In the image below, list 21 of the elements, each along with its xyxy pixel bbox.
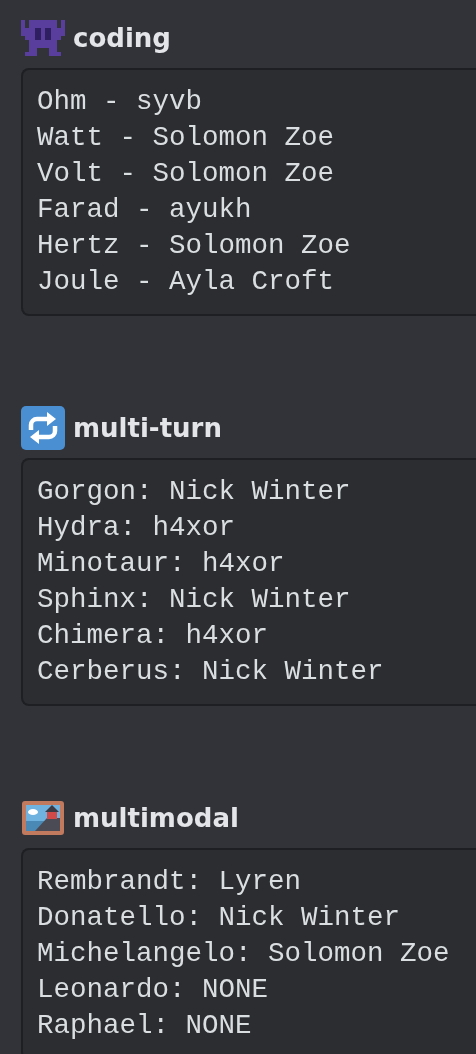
code-line: Minotaur: h4xor bbox=[37, 547, 286, 581]
channel-name: multi-turn bbox=[73, 413, 222, 443]
code-line: Joule - Ayla Croft bbox=[37, 265, 336, 299]
code-line: Chimera: h4xor bbox=[37, 619, 270, 653]
code-line: Cerberus: Nick Winter bbox=[37, 655, 385, 689]
code-line: Rembrandt: Lyren bbox=[37, 865, 303, 899]
code-line: Ohm - syvb bbox=[37, 85, 204, 119]
code-line: Hertz - Solomon Zoe bbox=[37, 229, 352, 263]
code-line: Michelangelo: Solomon Zoe bbox=[37, 937, 451, 971]
channel-name: coding bbox=[73, 23, 171, 53]
code-line: Donatello: Nick Winter bbox=[37, 901, 402, 935]
code-line: Sphinx: Nick Winter bbox=[37, 583, 352, 617]
channel-name: multimodal bbox=[73, 803, 239, 833]
code-line: Farad - ayukh bbox=[37, 193, 253, 227]
code-line: Volt - Solomon Zoe bbox=[37, 157, 336, 191]
repeat-icon bbox=[21, 406, 65, 450]
code-line: Hydra: h4xor bbox=[37, 511, 237, 545]
code-line: Leonardo: NONE bbox=[37, 973, 270, 1007]
code-line: Raphael: NONE bbox=[37, 1009, 253, 1043]
code-line: Watt - Solomon Zoe bbox=[37, 121, 336, 155]
code-line: Gorgon: Nick Winter bbox=[37, 475, 352, 509]
